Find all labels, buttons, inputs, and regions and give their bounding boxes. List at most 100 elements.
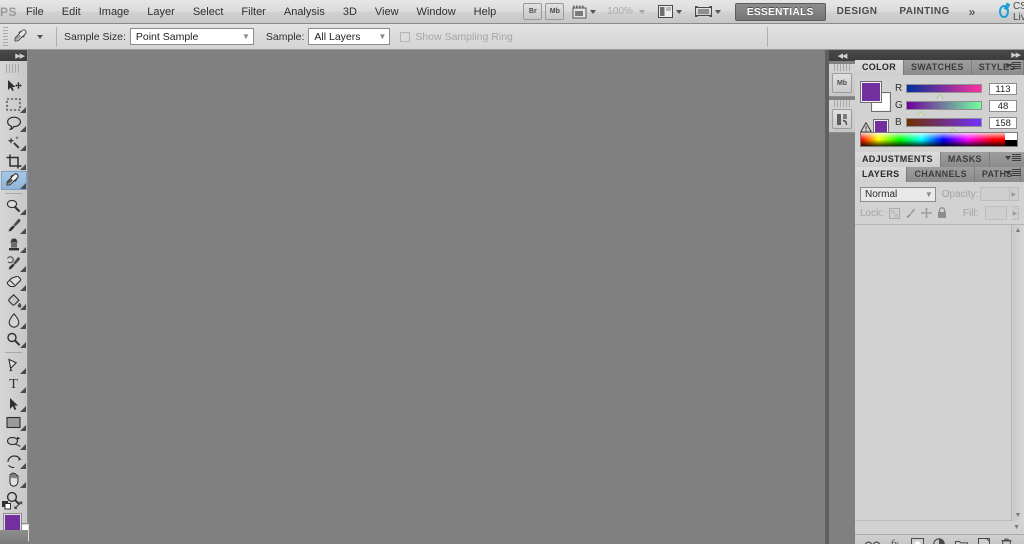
layers-list[interactable]: ▲ ▼	[855, 224, 1024, 521]
mini-bridge-panel-icon[interactable]: Mb	[832, 73, 852, 93]
opacity-field[interactable]	[980, 187, 1010, 201]
menu-view[interactable]: View	[366, 0, 408, 24]
layers-bottom-chevron-down-icon[interactable]: ▼	[1013, 524, 1020, 531]
layers-scrollbar[interactable]: ▲ ▼	[1011, 225, 1024, 521]
green-value-field[interactable]: 48	[989, 99, 1017, 112]
link-layers-button[interactable]	[864, 537, 880, 544]
arrange-documents-button[interactable]	[694, 5, 721, 18]
dock-expand-button[interactable]: ◀◀	[829, 50, 855, 61]
dock-grip-1[interactable]	[834, 64, 850, 71]
menu-file[interactable]: File	[17, 0, 53, 24]
cs-live-button[interactable]: CS Live	[999, 1, 1024, 23]
tab-swatches[interactable]: SWATCHES	[904, 60, 972, 75]
blue-value-field[interactable]: 158	[989, 116, 1017, 129]
view-extras-button[interactable]	[572, 5, 597, 19]
document-canvas-area[interactable]	[29, 50, 825, 544]
menu-select[interactable]: Select	[184, 0, 233, 24]
pen-tool[interactable]	[1, 356, 27, 375]
red-slider-track[interactable]	[906, 84, 982, 99]
fill-stepper-button[interactable]: ▶	[1011, 206, 1019, 220]
options-bar-grip[interactable]	[3, 26, 8, 47]
lock-transparent-pixels-icon[interactable]	[888, 207, 900, 219]
new-layer-button[interactable]	[977, 537, 992, 544]
tab-masks[interactable]: MASKS	[941, 152, 990, 167]
eyedropper-tool[interactable]	[0, 171, 27, 190]
3d-camera-rotate-tool[interactable]	[1, 451, 27, 470]
hand-tool[interactable]	[1, 470, 27, 489]
3d-object-rotate-tool[interactable]	[1, 432, 27, 451]
layers-panel-menu-button[interactable]	[1005, 169, 1021, 176]
eraser-tool[interactable]	[1, 273, 27, 292]
tool-preset-picker[interactable]	[13, 28, 43, 46]
menu-analysis[interactable]: Analysis	[275, 0, 334, 24]
menu-image[interactable]: Image	[90, 0, 139, 24]
mini-acr-panel-icon[interactable]	[832, 109, 852, 129]
move-tool[interactable]	[1, 76, 27, 95]
red-value-field[interactable]: 113	[989, 82, 1017, 95]
crop-tool[interactable]	[1, 152, 27, 171]
workspace-design[interactable]: DESIGN	[826, 3, 889, 21]
lock-image-pixels-icon[interactable]	[905, 208, 916, 219]
zoom-chevron-down-icon[interactable]	[638, 9, 645, 14]
brush-tool[interactable]	[1, 216, 27, 235]
scroll-down-icon[interactable]: ▼	[1015, 512, 1022, 519]
rectangular-marquee-tool[interactable]	[1, 95, 27, 114]
history-brush-tool[interactable]	[1, 254, 27, 273]
launch-mini-bridge-button[interactable]: Mb	[545, 3, 565, 20]
default-colors-icon[interactable]	[2, 500, 11, 510]
quick-selection-tool[interactable]	[1, 133, 27, 152]
horizontal-type-tool[interactable]: T	[1, 375, 27, 394]
tab-channels[interactable]: CHANNELS	[907, 167, 975, 182]
dock-grip-2[interactable]	[834, 100, 850, 107]
clone-stamp-tool[interactable]	[1, 235, 27, 254]
red-slider-thumb[interactable]	[936, 94, 944, 99]
adjustments-panel-menu-button[interactable]	[1005, 154, 1021, 161]
workspace-painting[interactable]: PAINTING	[888, 3, 960, 21]
layers-panel-bottom-field[interactable]: ▼	[855, 520, 1024, 534]
foreground-color-swatch[interactable]	[4, 514, 21, 531]
green-slider-track[interactable]	[906, 101, 982, 116]
tab-color[interactable]: COLOR	[855, 60, 904, 75]
color-ramp[interactable]	[860, 132, 1018, 147]
launch-bridge-button[interactable]: Br	[523, 3, 543, 20]
blur-tool[interactable]	[1, 311, 27, 330]
path-selection-tool[interactable]	[1, 394, 27, 413]
menu-filter[interactable]: Filter	[232, 0, 274, 24]
color-panel-foreground-swatch[interactable]	[861, 82, 881, 102]
add-layer-mask-button[interactable]	[910, 537, 925, 544]
rectangle-tool[interactable]	[1, 413, 27, 432]
swap-colors-icon[interactable]	[13, 500, 24, 510]
show-sampling-ring-checkbox[interactable]: Show Sampling Ring	[400, 31, 513, 43]
menu-help[interactable]: Help	[465, 0, 506, 24]
spot-healing-brush-tool[interactable]	[1, 197, 27, 216]
menu-edit[interactable]: Edit	[53, 0, 90, 24]
tab-adjustments[interactable]: ADJUSTMENTS	[855, 152, 941, 167]
lock-all-icon[interactable]	[937, 207, 947, 219]
scroll-up-icon[interactable]: ▲	[1015, 227, 1022, 234]
workspace-essentials[interactable]: ESSENTIALS	[734, 2, 826, 21]
blue-slider-track[interactable]	[906, 118, 982, 133]
green-slider-thumb[interactable]	[917, 111, 925, 116]
lock-position-icon[interactable]	[920, 207, 932, 219]
fill-field[interactable]	[985, 206, 1007, 220]
tools-panel-collapse-button[interactable]: ▶▶	[0, 50, 27, 61]
screen-mode-button[interactable]	[657, 5, 682, 18]
new-adjustment-layer-button[interactable]	[932, 537, 947, 544]
opacity-stepper-button[interactable]: ▶	[1009, 187, 1019, 201]
menu-window[interactable]: Window	[408, 0, 465, 24]
sample-select[interactable]: All Layers ▼	[308, 28, 391, 45]
dodge-tool[interactable]	[1, 330, 27, 349]
tools-panel-grip[interactable]	[6, 64, 21, 73]
color-panel-menu-button[interactable]	[1005, 62, 1021, 69]
ramp-black-swatch[interactable]	[1005, 139, 1017, 146]
right-dock-collapse-button[interactable]: ▶▶	[855, 50, 1024, 60]
new-group-button[interactable]	[954, 537, 969, 544]
sample-size-select[interactable]: Point Sample ▼	[129, 28, 254, 45]
menu-layer[interactable]: Layer	[138, 0, 184, 24]
blend-mode-select[interactable]: Normal ▼	[860, 186, 936, 202]
workspace-more-button[interactable]: »	[961, 5, 984, 19]
tab-layers[interactable]: LAYERS	[855, 167, 908, 182]
lasso-tool[interactable]	[1, 114, 27, 133]
menu-3d[interactable]: 3D	[334, 0, 366, 24]
delete-layer-button[interactable]	[999, 537, 1014, 544]
